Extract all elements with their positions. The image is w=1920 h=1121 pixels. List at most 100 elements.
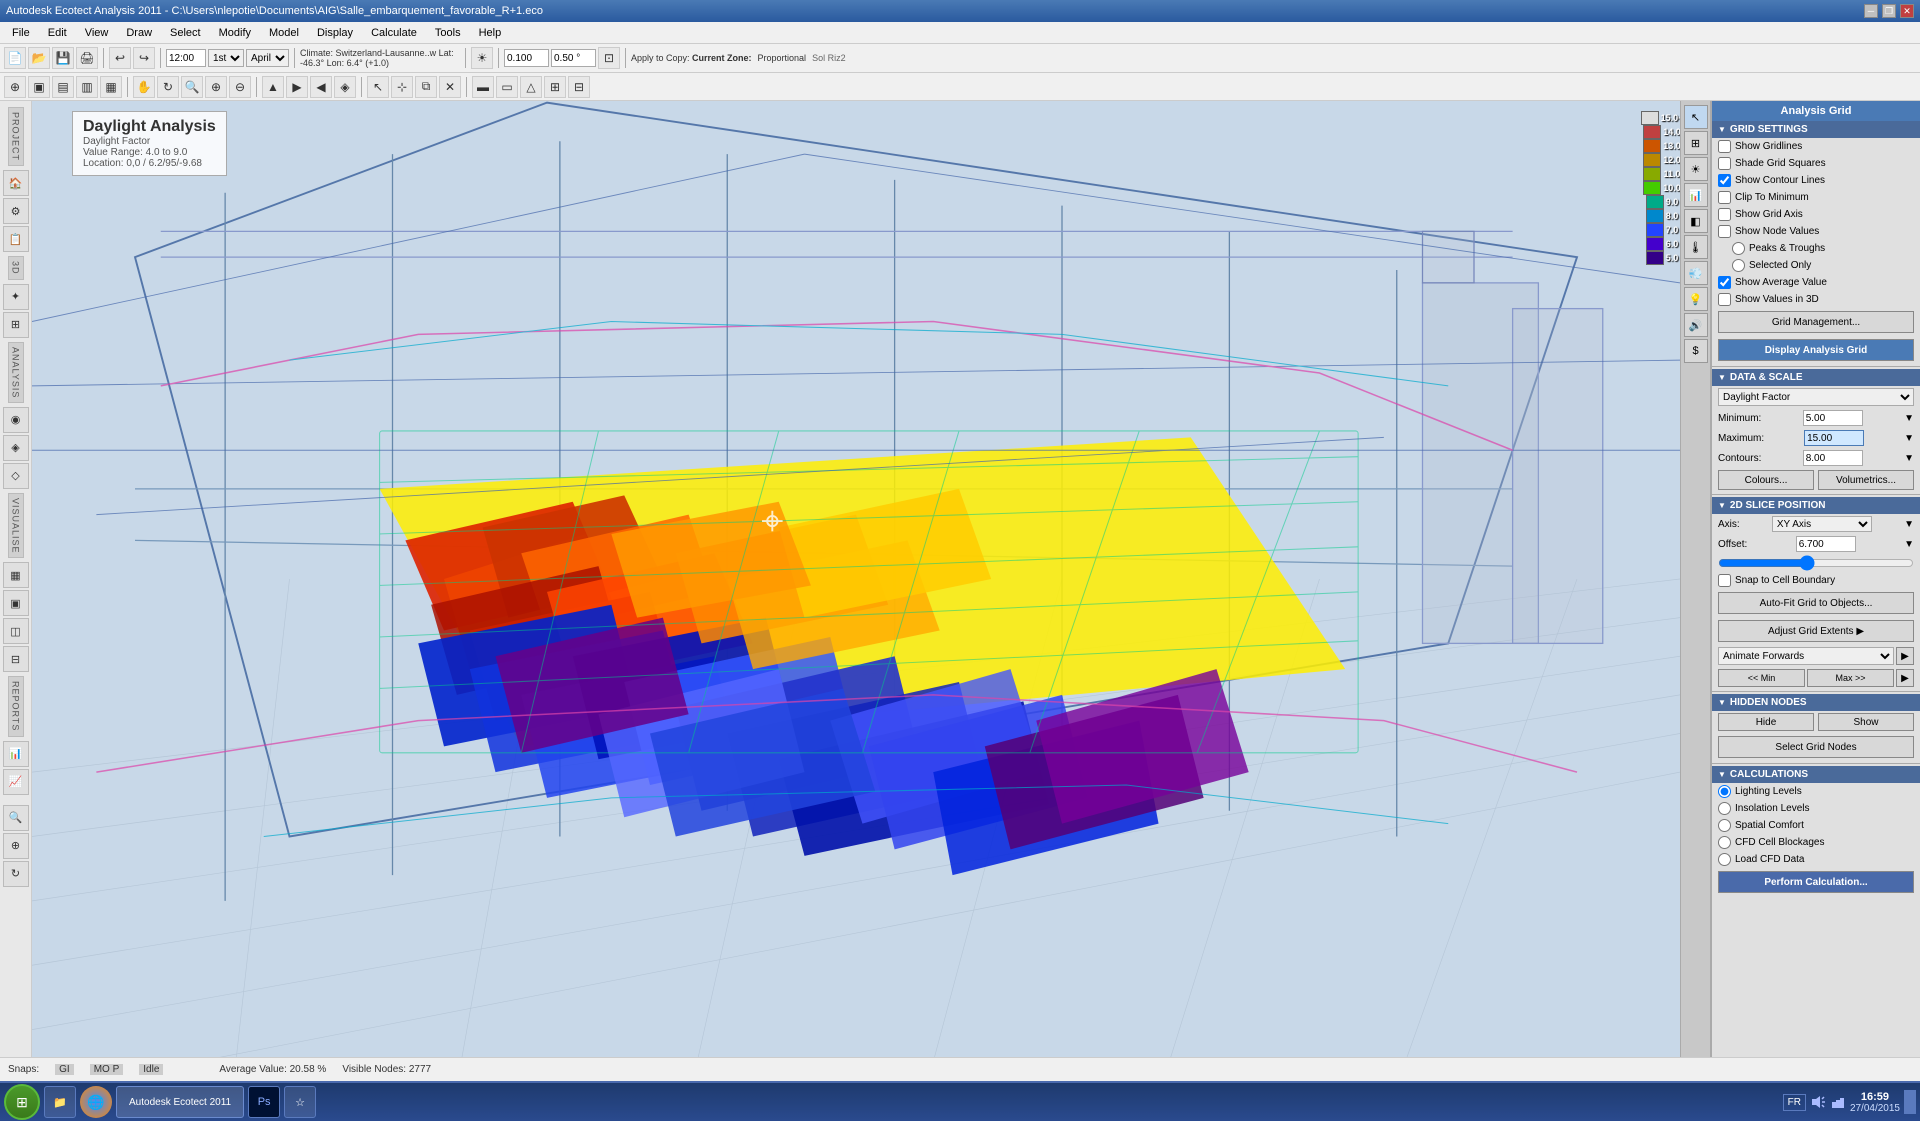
rs-cost-icon[interactable]: $ — [1684, 339, 1708, 363]
cb-show-3d[interactable] — [1718, 293, 1731, 306]
lt-vis2[interactable]: ▣ — [3, 590, 29, 616]
tb-top[interactable]: ▲ — [262, 76, 284, 98]
rs-light-icon[interactable]: 💡 — [1684, 287, 1708, 311]
month-select[interactable]: April — [246, 49, 289, 67]
menu-view[interactable]: View — [77, 25, 117, 41]
minimize-btn[interactable]: ─ — [1864, 4, 1878, 18]
show-btn[interactable]: Show — [1818, 713, 1914, 731]
taskbar-show-desktop-icon[interactable] — [1904, 1090, 1916, 1114]
day-select[interactable]: 1st — [208, 49, 244, 67]
menu-display[interactable]: Display — [309, 25, 361, 41]
tb-pan[interactable]: ✋ — [133, 76, 155, 98]
min-btn[interactable]: << Min — [1718, 669, 1805, 687]
start-button[interactable]: ⊞ — [4, 1084, 40, 1120]
tb-zoom[interactable]: 🔍 — [181, 76, 203, 98]
menu-calculate[interactable]: Calculate — [363, 25, 425, 41]
tb-print[interactable]: 🖨 — [76, 47, 98, 69]
select-grid-nodes-btn[interactable]: Select Grid Nodes — [1718, 736, 1914, 758]
maximum-input[interactable] — [1804, 430, 1864, 446]
animate-select[interactable]: Animate Forwards — [1718, 647, 1894, 665]
tb-floor[interactable]: ▭ — [496, 76, 518, 98]
time-input[interactable] — [166, 49, 206, 67]
viewport[interactable]: Daylight Analysis Daylight Factor Value … — [32, 101, 1680, 1057]
menu-help[interactable]: Help — [471, 25, 510, 41]
tb-undo[interactable]: ↩ — [109, 47, 131, 69]
volumetrics-btn[interactable]: Volumetrics... — [1818, 470, 1914, 490]
tb-door[interactable]: ⊟ — [568, 76, 590, 98]
offset-input[interactable] — [1796, 536, 1856, 552]
tb-delete[interactable]: ✕ — [439, 76, 461, 98]
adjust-btn[interactable]: Adjust Grid Extents ▶ — [1718, 620, 1914, 642]
scale1-input[interactable] — [504, 49, 549, 67]
restore-btn[interactable]: ❐ — [1882, 4, 1896, 18]
cb-show-node-values[interactable] — [1718, 225, 1731, 238]
taskbar-file-explorer[interactable]: 📁 — [44, 1086, 76, 1118]
taskbar-other[interactable]: ☆ — [284, 1086, 316, 1118]
contours-input[interactable] — [1803, 450, 1863, 466]
tb-redo[interactable]: ↪ — [133, 47, 155, 69]
lt-project1[interactable]: 🏠 — [3, 170, 29, 196]
lt-project2[interactable]: ⚙ — [3, 198, 29, 224]
rs-cursor-icon[interactable]: ↖ — [1684, 105, 1708, 129]
lt-rep1[interactable]: 📊 — [3, 741, 29, 767]
section-data-scale[interactable]: DATA & SCALE — [1712, 369, 1920, 386]
rs-thermal-icon[interactable]: 🌡 — [1684, 235, 1708, 259]
max-arrow[interactable]: ▼ — [1904, 433, 1914, 444]
rs-grid-icon[interactable]: ⊞ — [1684, 131, 1708, 155]
lt-project3[interactable]: 📋 — [3, 226, 29, 252]
display-analysis-btn[interactable]: Display Analysis Grid — [1718, 339, 1914, 361]
lt-3d2[interactable]: ⊞ — [3, 312, 29, 338]
max-btn[interactable]: Max >> — [1807, 669, 1894, 687]
rs-acoustic-icon[interactable]: 🔊 — [1684, 313, 1708, 337]
rb-spatial[interactable] — [1718, 819, 1731, 832]
contours-arrow[interactable]: ▼ — [1904, 453, 1914, 464]
rs-analysis-icon[interactable]: 📊 — [1684, 183, 1708, 207]
rb-cfd[interactable] — [1718, 836, 1731, 849]
taskbar-ecotect[interactable]: Autodesk Ecotect 2011 — [116, 1086, 244, 1118]
tb-select[interactable]: ↖ — [367, 76, 389, 98]
tb-shade[interactable]: ▥ — [76, 76, 98, 98]
data-type-select[interactable]: Daylight Factor — [1718, 388, 1914, 406]
taskbar-browser[interactable]: 🌐 — [80, 1086, 112, 1118]
axis-arrow[interactable]: ▼ — [1904, 519, 1914, 530]
section-slice[interactable]: 2D SLICE POSITION — [1712, 497, 1920, 514]
tb-move[interactable]: ⊹ — [391, 76, 413, 98]
hide-btn[interactable]: Hide — [1718, 713, 1814, 731]
animate-play-btn[interactable]: ▶ — [1896, 647, 1914, 665]
grid-management-btn[interactable]: Grid Management... — [1718, 311, 1914, 333]
lt-vis3[interactable]: ◫ — [3, 618, 29, 644]
tb-rotate[interactable]: ↻ — [157, 76, 179, 98]
section-grid-settings[interactable]: GRID SETTINGS — [1712, 121, 1920, 138]
lt-analysis2[interactable]: ◈ — [3, 435, 29, 461]
offset-arrow[interactable]: ▼ — [1904, 539, 1914, 550]
tb-wireframe[interactable]: ▣ — [28, 76, 50, 98]
animate-end-btn[interactable]: ▶ — [1896, 669, 1914, 687]
tb-3d[interactable]: ⊕ — [4, 76, 26, 98]
cb-clip-minimum[interactable] — [1718, 191, 1731, 204]
rs-sun-icon[interactable]: ☀ — [1684, 157, 1708, 181]
taskbar-photoshop[interactable]: Ps — [248, 1086, 280, 1118]
lt-analysis3[interactable]: ◇ — [3, 463, 29, 489]
tb-new[interactable]: 📄 — [4, 47, 26, 69]
tb-window[interactable]: ⊞ — [544, 76, 566, 98]
tb-solid[interactable]: ▦ — [100, 76, 122, 98]
cb-show-grid-axis[interactable] — [1718, 208, 1731, 221]
tb-save[interactable]: 💾 — [52, 47, 74, 69]
tb-roof[interactable]: △ — [520, 76, 542, 98]
tb-sun[interactable]: ☀ — [471, 47, 493, 69]
rb-load-cfd[interactable] — [1718, 853, 1731, 866]
menu-model[interactable]: Model — [261, 25, 307, 41]
lt-rep2[interactable]: 📈 — [3, 769, 29, 795]
lt-rotate[interactable]: ↻ — [3, 861, 29, 887]
tb-front[interactable]: ▶ — [286, 76, 308, 98]
section-hidden-nodes[interactable]: HIDDEN NODES — [1712, 694, 1920, 711]
rb-insolation[interactable] — [1718, 802, 1731, 815]
menu-draw[interactable]: Draw — [118, 25, 160, 41]
min-arrow[interactable]: ▼ — [1904, 413, 1914, 424]
rb-lighting[interactable] — [1718, 785, 1731, 798]
axis-select[interactable]: XY Axis — [1772, 516, 1872, 532]
cb-show-contour[interactable] — [1718, 174, 1731, 187]
cb-show-gridlines[interactable] — [1718, 140, 1731, 153]
menu-tools[interactable]: Tools — [427, 25, 469, 41]
cb-shade-grid[interactable] — [1718, 157, 1731, 170]
